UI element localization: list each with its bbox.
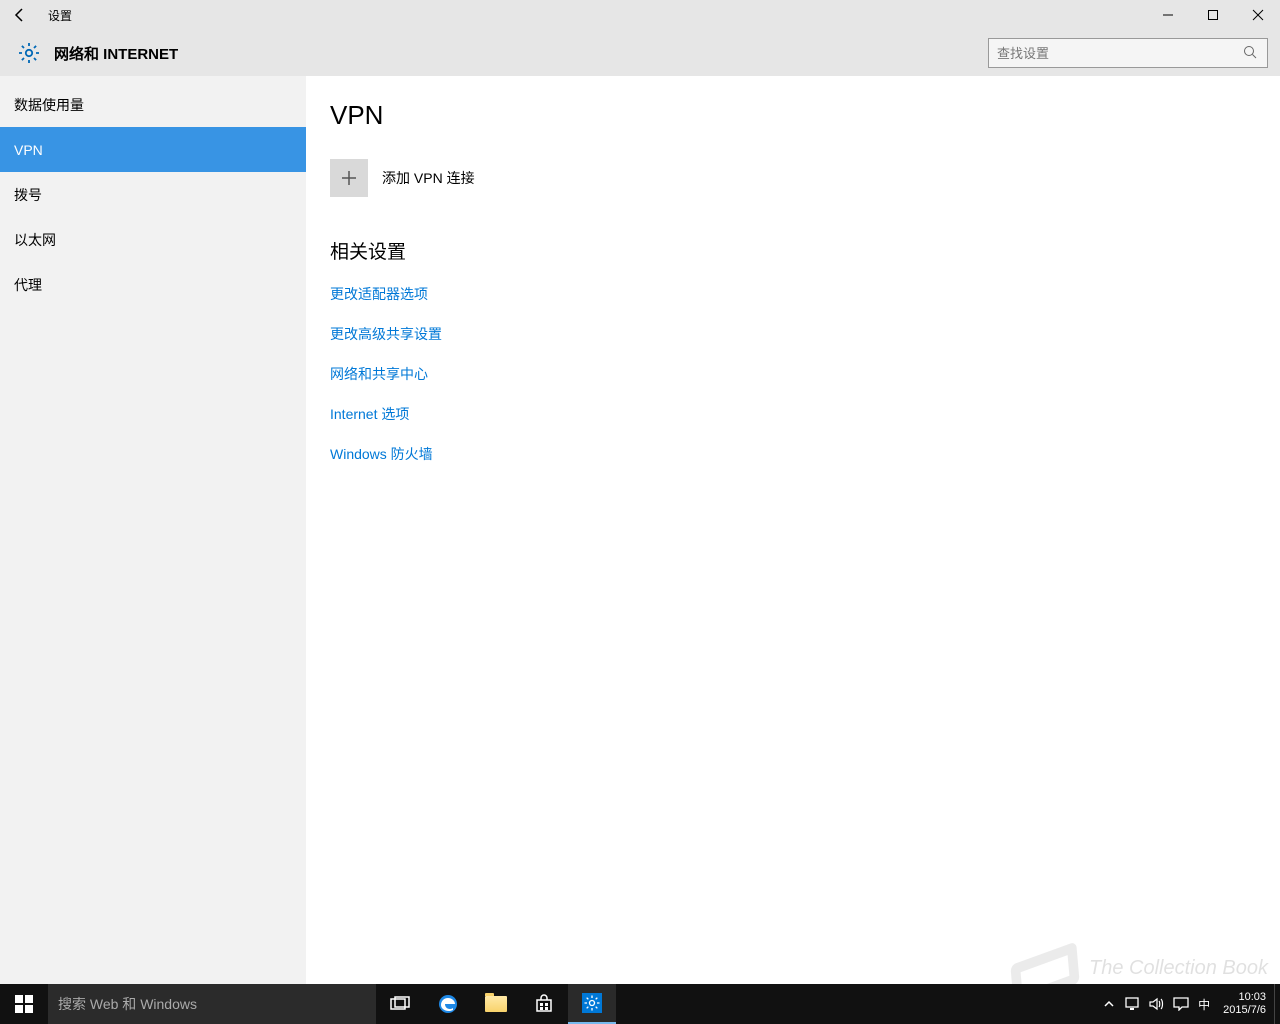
search-settings-box[interactable]: [988, 38, 1268, 68]
folder-icon: [485, 996, 507, 1012]
taskbar-app-explorer[interactable]: [472, 984, 520, 1024]
window-title: 设置: [40, 7, 72, 24]
sidebar-item-proxy[interactable]: 代理: [0, 262, 306, 307]
tray-chevron-up-icon[interactable]: [1097, 984, 1121, 1024]
sidebar-item-label: 代理: [14, 275, 42, 295]
back-button[interactable]: [0, 0, 40, 30]
task-view-button[interactable]: [376, 984, 424, 1024]
taskbar-app-edge[interactable]: [424, 984, 472, 1024]
tray-network-icon[interactable]: [1121, 984, 1145, 1024]
system-tray: 中 10:03 2015/7/6: [1097, 984, 1280, 1024]
taskbar: 中 10:03 2015/7/6: [0, 984, 1280, 1024]
tray-action-center-icon[interactable]: [1169, 984, 1193, 1024]
search-settings-input[interactable]: [997, 46, 1243, 61]
page-heading: VPN: [330, 100, 1280, 131]
taskbar-app-settings[interactable]: [568, 984, 616, 1024]
close-button[interactable]: [1235, 0, 1280, 30]
start-button[interactable]: [0, 984, 48, 1024]
sidebar-item-dialup[interactable]: 拨号: [0, 172, 306, 217]
show-desktop-button[interactable]: [1274, 984, 1280, 1024]
clock-date: 2015/7/6: [1223, 1004, 1266, 1017]
link-internet-options[interactable]: Internet 选项: [330, 404, 1280, 424]
window-titlebar: 设置: [0, 0, 1280, 30]
header-title: 网络和 INTERNET: [46, 43, 178, 64]
maximize-button[interactable]: [1190, 0, 1235, 30]
search-icon: [1243, 45, 1259, 61]
related-settings-heading: 相关设置: [330, 237, 1280, 264]
settings-header: 网络和 INTERNET: [0, 30, 1280, 76]
taskbar-search-input[interactable]: [58, 996, 366, 1012]
sidebar-item-label: 数据使用量: [14, 95, 84, 115]
settings-gear-icon: [12, 36, 46, 70]
settings-sidebar: 数据使用量 VPN 拨号 以太网 代理: [0, 76, 306, 984]
link-adapter-options[interactable]: 更改适配器选项: [330, 284, 1280, 304]
add-vpn-label: 添加 VPN 连接: [382, 168, 475, 188]
taskbar-clock[interactable]: 10:03 2015/7/6: [1215, 991, 1274, 1017]
plus-icon: [330, 159, 368, 197]
clock-time: 10:03: [1223, 991, 1266, 1004]
minimize-button[interactable]: [1145, 0, 1190, 30]
add-vpn-button[interactable]: 添加 VPN 连接: [330, 159, 1280, 197]
sidebar-item-vpn[interactable]: VPN: [0, 127, 306, 172]
link-network-sharing-center[interactable]: 网络和共享中心: [330, 364, 1280, 384]
sidebar-item-label: 以太网: [14, 230, 56, 250]
link-advanced-sharing[interactable]: 更改高级共享设置: [330, 324, 1280, 344]
settings-main: VPN 添加 VPN 连接 相关设置 更改适配器选项 更改高级共享设置 网络和共…: [306, 76, 1280, 984]
sidebar-item-data-usage[interactable]: 数据使用量: [0, 82, 306, 127]
sidebar-item-ethernet[interactable]: 以太网: [0, 217, 306, 262]
taskbar-app-store[interactable]: [520, 984, 568, 1024]
sidebar-item-label: VPN: [14, 142, 43, 158]
tray-ime-indicator[interactable]: 中: [1193, 984, 1215, 1024]
taskbar-search-box[interactable]: [48, 984, 376, 1024]
sidebar-item-label: 拨号: [14, 185, 42, 205]
link-windows-firewall[interactable]: Windows 防火墙: [330, 444, 1280, 464]
tray-volume-icon[interactable]: [1145, 984, 1169, 1024]
